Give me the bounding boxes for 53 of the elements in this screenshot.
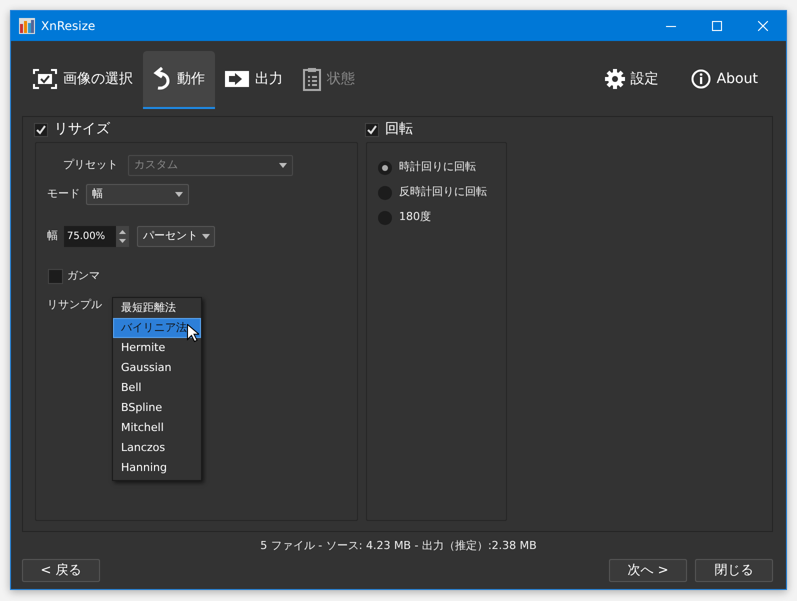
frame-check-icon	[33, 69, 57, 89]
radio-button[interactable]	[378, 160, 392, 174]
field-label: プリセット	[62, 157, 119, 174]
field-label: モード	[47, 186, 80, 202]
settings-icon	[604, 69, 625, 89]
info-icon	[690, 69, 711, 89]
maximize-icon	[712, 21, 722, 31]
dialog-button[interactable]: 次へ >	[609, 559, 687, 582]
settings-button[interactable]: 設定	[594, 51, 669, 109]
tab[interactable]: 出力	[215, 51, 293, 109]
dropdown-option[interactable]: Hanning	[113, 458, 201, 478]
check-icon	[36, 124, 46, 134]
field-label: リサンプル	[47, 296, 102, 312]
radio-label: 反時計回りに回転	[399, 184, 487, 200]
dropdown-option[interactable]: Mitchell	[113, 418, 201, 438]
caret-icon	[175, 192, 183, 197]
export-icon	[225, 71, 249, 87]
checkbox-label: ガンマ	[67, 268, 100, 284]
dialog-button[interactable]: 閉じる	[695, 559, 773, 582]
checkbox[interactable]	[48, 268, 63, 284]
section-label: リサイズ	[54, 120, 110, 139]
radio-label: 時計回りに回転	[399, 159, 476, 176]
app-icon	[19, 18, 35, 34]
dialog-button[interactable]: < 戻る	[22, 559, 100, 582]
cursor-icon	[187, 324, 199, 342]
clipboard-list-icon	[303, 67, 321, 91]
caret-icon	[279, 163, 287, 168]
checkbox[interactable]	[34, 122, 48, 136]
tab[interactable]: 動作	[143, 51, 215, 109]
dropdown-option[interactable]: Bell	[113, 378, 201, 398]
tab[interactable]: 画像の選択	[23, 51, 143, 109]
caret-icon	[202, 234, 210, 239]
number-field[interactable]: 75.00%	[64, 226, 116, 247]
spinner-icon	[116, 226, 129, 247]
dropdown-option[interactable]: Hermite	[113, 338, 201, 358]
dropdown-option[interactable]: 最短距離法	[113, 298, 201, 318]
checkbox[interactable]	[365, 122, 379, 136]
curved-arrow-icon	[153, 67, 171, 91]
radio-button[interactable]	[378, 186, 392, 200]
window-title: XnResize	[41, 18, 96, 35]
unit-dropdown[interactable]: パーセント	[137, 226, 215, 247]
status-text: 5 ファイル - ソース: 4.23 MB - 出力（推定）:2.38 MB	[259, 538, 538, 553]
radio-label: 180度	[399, 209, 431, 226]
mode-dropdown[interactable]: 幅	[86, 184, 189, 205]
radio-button[interactable]	[378, 210, 392, 224]
dropdown-option[interactable]: Gaussian	[113, 358, 201, 378]
about-button[interactable]: About	[680, 51, 768, 109]
dropdown-option[interactable]: Lanczos	[113, 438, 201, 458]
dropdown-option[interactable]: BSpline	[113, 398, 201, 418]
section-label: 回転	[385, 120, 413, 139]
check-icon	[367, 124, 377, 134]
close-icon	[758, 21, 768, 31]
field-label: 幅	[47, 228, 58, 244]
